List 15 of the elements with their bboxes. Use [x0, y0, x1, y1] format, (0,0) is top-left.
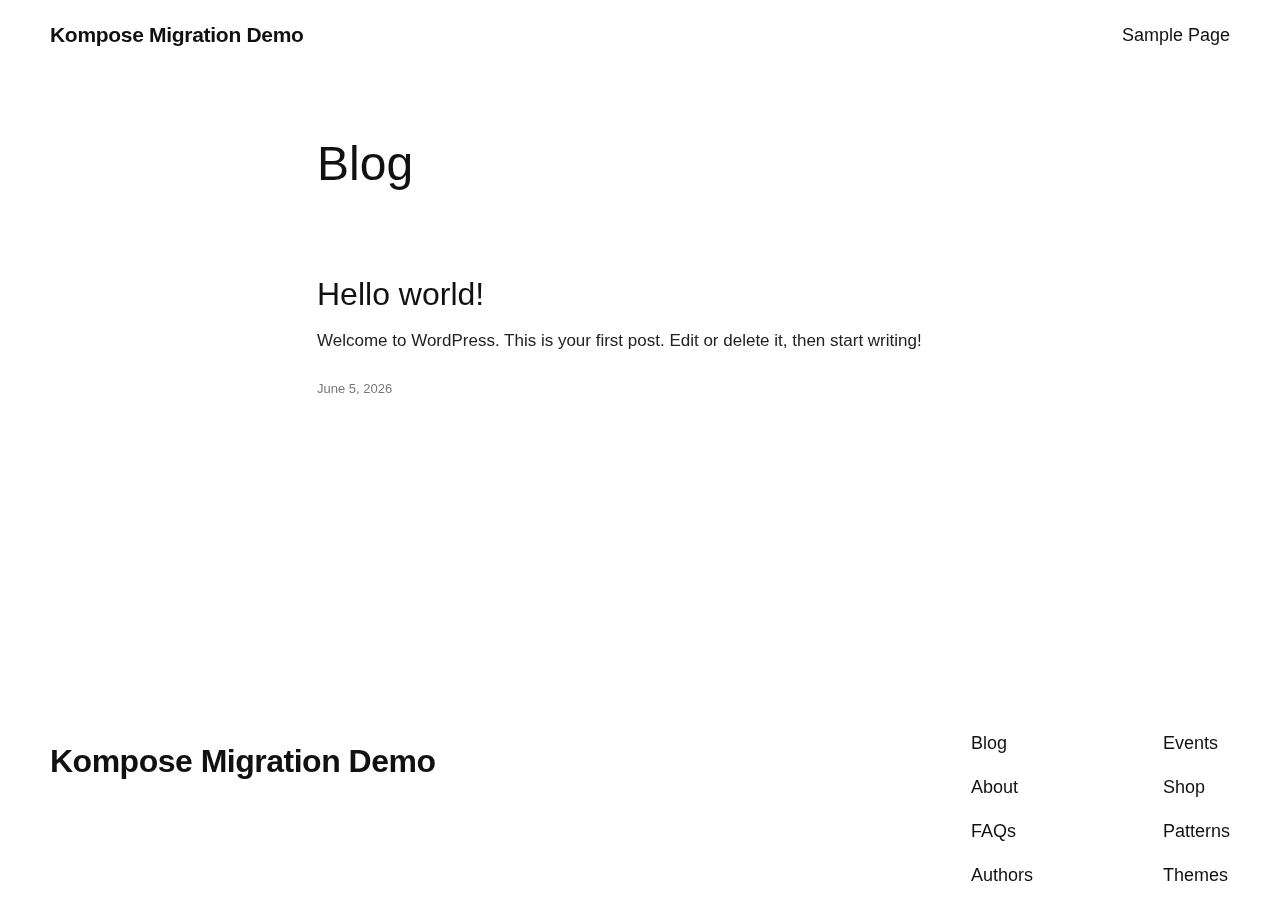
site-title[interactable]: Kompose Migration Demo — [50, 23, 304, 47]
footer-link[interactable]: About — [970, 775, 1163, 799]
footer-link[interactable]: Authors — [970, 863, 1163, 887]
footer-link[interactable]: Blog — [970, 731, 1163, 755]
footer-link[interactable]: Patterns — [1162, 819, 1230, 843]
page-title: Blog — [317, 138, 415, 191]
footer-link[interactable]: Themes — [1162, 863, 1230, 887]
footer-link[interactable]: FAQs — [970, 819, 1163, 843]
post-title[interactable]: Hello world! — [317, 274, 485, 314]
footer-link[interactable]: Events — [1162, 731, 1230, 755]
post-excerpt: Welcome to WordPress. This is your first post. Edit or delete it, then start writing! — [317, 331, 923, 352]
post-date: June 5, 2026 — [317, 381, 393, 397]
footer-site-title[interactable]: Kompose Migration Demo — [50, 743, 436, 887]
footer-link[interactable]: Shop — [1162, 775, 1230, 799]
nav-link[interactable]: Sample Page — [1121, 24, 1230, 46]
